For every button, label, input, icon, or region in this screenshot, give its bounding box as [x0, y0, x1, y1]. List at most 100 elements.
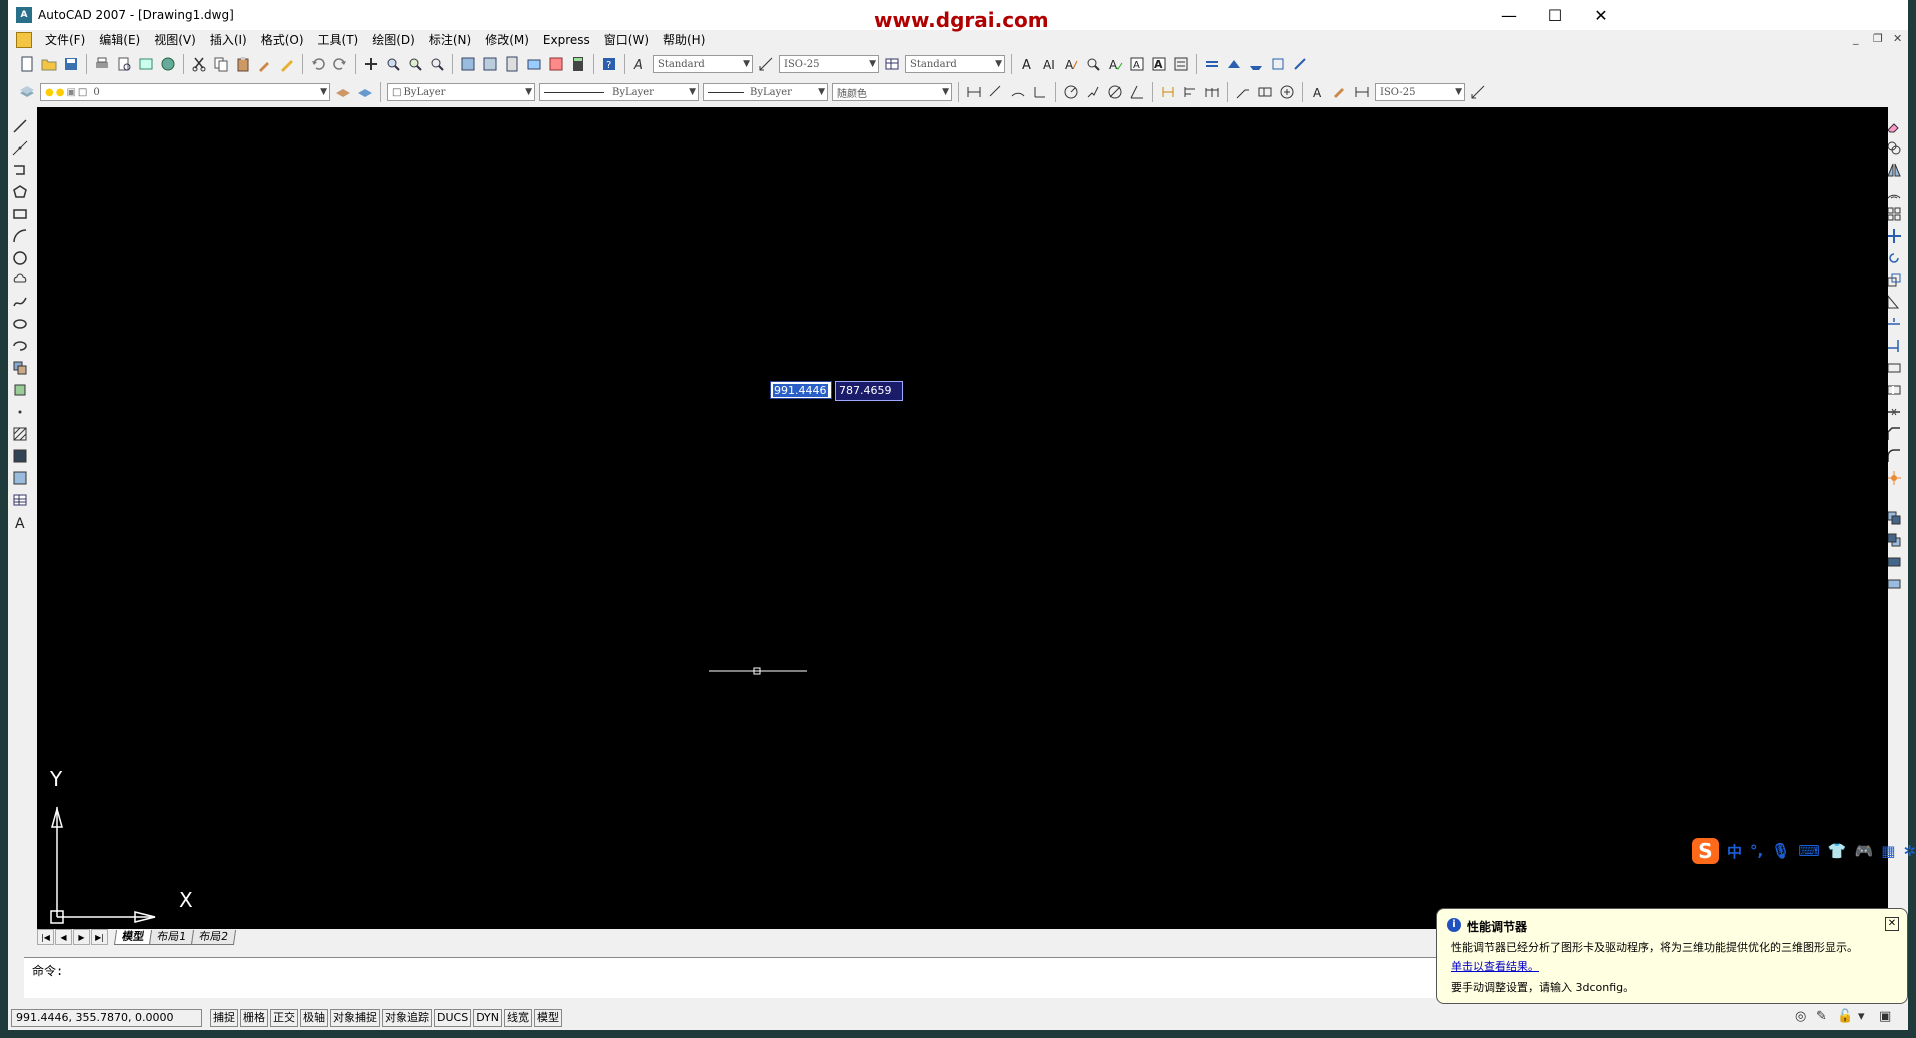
- dyn-toggle[interactable]: DYN: [473, 1009, 503, 1027]
- properties-icon[interactable]: [458, 54, 478, 74]
- polygon-icon[interactable]: [10, 182, 30, 202]
- table-style-icon[interactable]: [882, 54, 902, 74]
- osnap-toggle[interactable]: 对象捕捉: [330, 1009, 380, 1027]
- markup-set-icon[interactable]: [546, 54, 566, 74]
- text-scale-icon[interactable]: A: [1127, 54, 1147, 74]
- redo-icon[interactable]: [330, 54, 350, 74]
- menu-tools[interactable]: 工具(T): [311, 30, 366, 50]
- region-icon[interactable]: [10, 468, 30, 488]
- arc-icon[interactable]: [10, 226, 30, 246]
- text-justify-icon[interactable]: A: [1149, 54, 1169, 74]
- circle-icon[interactable]: [10, 248, 30, 268]
- layer-previous-2-icon[interactable]: [355, 82, 375, 102]
- ortho-toggle[interactable]: 正交: [270, 1009, 298, 1027]
- dynamic-input-y-field[interactable]: 787.4659: [835, 381, 903, 401]
- table-style-select[interactable]: Standard ▼: [905, 55, 1005, 73]
- communication-center-icon[interactable]: ◎: [1795, 1009, 1813, 1027]
- document-icon[interactable]: [16, 32, 32, 48]
- rectangle-icon[interactable]: [10, 204, 30, 224]
- polyline-icon[interactable]: [10, 160, 30, 180]
- tools-icon[interactable]: ✎: [1816, 1009, 1834, 1027]
- ellipse-arc-icon[interactable]: [10, 336, 30, 356]
- open-icon[interactable]: [39, 54, 59, 74]
- sogou-logo-icon[interactable]: S: [1692, 838, 1719, 864]
- menu-express[interactable]: Express: [536, 30, 597, 50]
- linetype-select[interactable]: ByLayer ▼: [539, 83, 699, 101]
- design-center-icon[interactable]: [480, 54, 500, 74]
- text-icon[interactable]: A: [1017, 54, 1037, 74]
- spelling-icon[interactable]: A: [1105, 54, 1125, 74]
- autocad-app-icon[interactable]: A: [16, 7, 32, 23]
- publish-icon[interactable]: [136, 54, 156, 74]
- radius-dim-icon[interactable]: [1061, 82, 1081, 102]
- construction-line-icon[interactable]: [10, 138, 30, 158]
- clean-screen-icon[interactable]: ▣: [1879, 1009, 1897, 1027]
- print-preview-icon[interactable]: [114, 54, 134, 74]
- ellipse-icon[interactable]: [10, 314, 30, 334]
- layer-previous-icon[interactable]: [1202, 54, 1222, 74]
- minimize-button[interactable]: —: [1486, 0, 1532, 30]
- revision-cloud-icon[interactable]: [10, 270, 30, 290]
- coordinate-display[interactable]: 991.4446, 355.7870, 0.0000: [11, 1009, 202, 1027]
- dim-text-edit-icon[interactable]: [1330, 82, 1350, 102]
- settings-icon[interactable]: ✲: [1903, 842, 1916, 860]
- help-icon[interactable]: ?: [599, 54, 619, 74]
- dim-style-icon[interactable]: [756, 54, 776, 74]
- block-editor-icon[interactable]: [277, 54, 297, 74]
- mdi-restore-button[interactable]: ❐: [1873, 32, 1883, 45]
- calculator-icon[interactable]: [568, 54, 588, 74]
- model-toggle[interactable]: 模型: [534, 1009, 563, 1027]
- toolbar-lock-icon[interactable]: 🔓: [1837, 1009, 1855, 1027]
- menu-file[interactable]: 文件(F): [38, 30, 92, 50]
- ducs-toggle[interactable]: DUCS: [434, 1009, 472, 1027]
- tab-layout1[interactable]: 布局1: [148, 929, 195, 945]
- multiline-text-icon[interactable]: AI: [1039, 54, 1059, 74]
- sheet-set-icon[interactable]: [524, 54, 544, 74]
- drawing-area[interactable]: 991.4446 787.4659 Y X: [37, 107, 1888, 929]
- menu-draw[interactable]: 绘图(D): [365, 30, 422, 50]
- mdi-minimize-button[interactable]: _: [1853, 32, 1859, 45]
- close-button[interactable]: ✕: [1578, 0, 1624, 30]
- multiline-text-draw-icon[interactable]: A: [10, 512, 30, 532]
- text-style-icon[interactable]: A: [630, 54, 650, 74]
- balloon-close-button[interactable]: ✕: [1885, 917, 1899, 931]
- otrack-toggle[interactable]: 对象追踪: [382, 1009, 432, 1027]
- tab-prev-button[interactable]: ◀: [55, 929, 72, 945]
- zoom-realtime-icon[interactable]: [383, 54, 403, 74]
- paste-icon[interactable]: [233, 54, 253, 74]
- menu-modify[interactable]: 修改(M): [478, 30, 536, 50]
- tolerance-icon[interactable]: [1255, 82, 1275, 102]
- tab-model[interactable]: 模型: [113, 929, 153, 945]
- balloon-results-link[interactable]: 单击以查看结果。: [1451, 958, 1539, 974]
- zoom-previous-icon[interactable]: [427, 54, 447, 74]
- zoom-window-icon[interactable]: [405, 54, 425, 74]
- pan-icon[interactable]: [361, 54, 381, 74]
- game-icon[interactable]: 🎮: [1855, 842, 1874, 860]
- tab-last-button[interactable]: ▶|: [91, 929, 108, 945]
- menu-format[interactable]: 格式(O): [254, 30, 311, 50]
- make-block-icon[interactable]: [10, 380, 30, 400]
- center-mark-icon[interactable]: [1277, 82, 1297, 102]
- jogged-dim-icon[interactable]: [1083, 82, 1103, 102]
- menu-window[interactable]: 窗口(W): [597, 30, 656, 50]
- continue-dim-icon[interactable]: [1202, 82, 1222, 102]
- copy-icon[interactable]: [211, 54, 231, 74]
- mdi-close-button[interactable]: ✕: [1893, 32, 1902, 45]
- cut-icon[interactable]: [189, 54, 209, 74]
- dynamic-input-x-field[interactable]: 991.4446: [770, 381, 832, 399]
- dim-edit-icon[interactable]: A: [1308, 82, 1328, 102]
- status-menu-icon[interactable]: ▾: [1858, 1009, 1876, 1027]
- 3d-dwf-icon[interactable]: [158, 54, 178, 74]
- toolbox-icon[interactable]: ▦: [1881, 842, 1895, 860]
- keyboard-icon[interactable]: ⌨: [1798, 842, 1820, 860]
- undo-icon[interactable]: [308, 54, 328, 74]
- punctuation-icon[interactable]: °,: [1750, 842, 1763, 860]
- insert-block-icon[interactable]: [10, 358, 30, 378]
- lineweight-toggle[interactable]: 线宽: [504, 1009, 533, 1027]
- grid-toggle[interactable]: 栅格: [240, 1009, 268, 1027]
- text-style-select[interactable]: Standard ▼: [653, 55, 753, 73]
- edit-text-icon[interactable]: A: [1061, 54, 1081, 74]
- microphone-icon[interactable]: 🎙: [1771, 842, 1790, 860]
- plot-style-select[interactable]: 随颜色 ▼: [832, 83, 952, 101]
- diameter-dim-icon[interactable]: [1105, 82, 1125, 102]
